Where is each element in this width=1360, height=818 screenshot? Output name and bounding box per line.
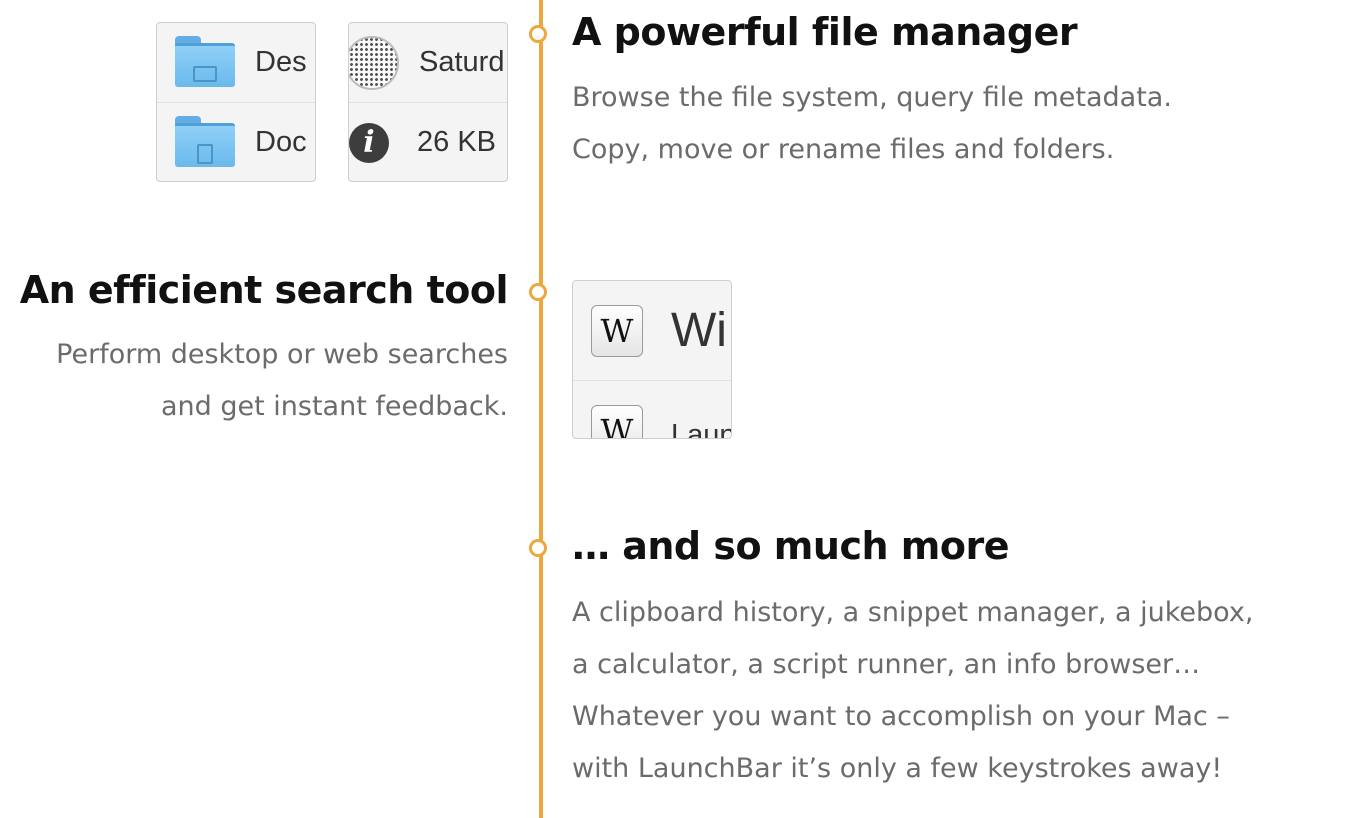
description-line: with LaunchBar it’s only a few keystroke… [572,753,1223,784]
description-line: A clipboard history, a snippet manager, … [572,597,1254,628]
item-label: Doc [255,126,307,158]
feature-description: Perform desktop or web searches and get … [56,329,508,433]
timeline-marker [529,539,547,557]
feature-description: A clipboard history, a snippet manager, … [572,587,1253,795]
description-line: and get instant feedback. [160,391,508,422]
timeline-line [539,0,543,818]
item-label: Laun [671,419,732,439]
list-item[interactable]: i 26 KB [349,103,507,181]
feature-title: A powerful file manager [572,10,1078,54]
list-item[interactable]: W Laun [573,381,732,439]
info-icon: i [349,122,389,163]
file-info-panel: Saturd i 26 KB [348,22,508,182]
wikipedia-icon: W [591,304,643,357]
file-list-panel: Des Doc [156,22,316,182]
feature-title: … and so much more [572,524,1009,568]
list-item[interactable]: W Wi [573,281,731,381]
feature-title: An efficient search tool [19,268,509,312]
list-item[interactable]: Des [157,23,315,103]
description-line: Browse the file system, query file metad… [572,82,1172,113]
list-item[interactable]: Saturd [349,23,507,103]
description-line: Whatever you want to accomplish on your … [572,701,1230,732]
folder-documents-icon [175,115,235,170]
list-item[interactable]: Doc [157,103,315,181]
wikipedia-icon: W [591,405,643,438]
item-label: Saturd [419,46,505,78]
folder-desktop-icon [175,35,235,90]
file-size: 26 KB [417,126,496,158]
description-line: Perform desktop or web searches [56,339,508,370]
timeline-marker [529,283,547,301]
search-results-panel: W Wi W Laun [572,280,732,439]
item-label: Des [255,46,307,78]
description-line: Copy, move or rename files and folders. [572,134,1115,165]
timeline-marker [529,25,547,43]
dotted-disk-icon [349,35,399,90]
item-label: Wi [671,304,727,357]
description-line: a calculator, a script runner, an info b… [572,649,1201,680]
feature-description: Browse the file system, query file metad… [572,72,1172,176]
